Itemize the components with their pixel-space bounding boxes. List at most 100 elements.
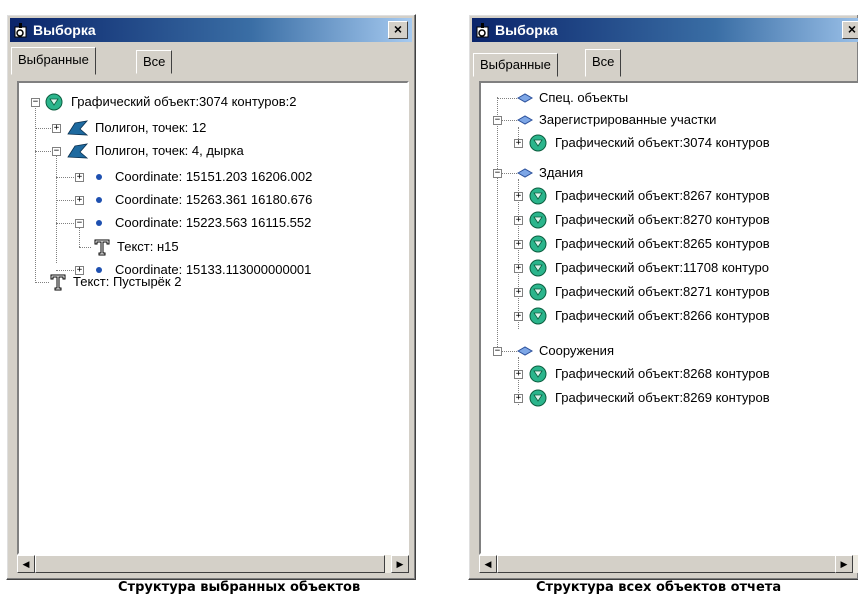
- tab-all[interactable]: Все: [585, 49, 622, 77]
- graphic-object-icon: [529, 389, 547, 407]
- expand-toggle[interactable]: +: [514, 240, 523, 249]
- tree-item[interactable]: + Графический объект:8271 контуров: [481, 281, 858, 303]
- tree-item-label: Coordinate: 15151.203 16206.002: [115, 169, 313, 184]
- window-title: Выборка: [33, 22, 96, 38]
- tree-item[interactable]: − Здания: [481, 162, 858, 184]
- graphic-object-icon: [45, 93, 63, 111]
- graphic-object-icon: [529, 187, 547, 205]
- window-app-icon: [14, 23, 27, 38]
- tree-item[interactable]: + Полигон, точек: 12: [19, 117, 407, 139]
- tree-item-label: Графический объект:8268 контуров: [555, 366, 770, 381]
- layer-icon: [517, 346, 533, 356]
- graphic-object-icon: [529, 307, 547, 325]
- text-icon: [50, 274, 66, 291]
- expand-toggle[interactable]: +: [514, 394, 523, 403]
- tree-item-label: Графический объект:8265 контуров: [555, 236, 770, 251]
- expand-toggle[interactable]: +: [514, 370, 523, 379]
- tree-item-label: Сооружения: [539, 343, 614, 358]
- collapse-toggle[interactable]: −: [493, 116, 502, 125]
- graphic-object-icon: [529, 259, 547, 277]
- tab-selected[interactable]: Выбранные: [473, 53, 558, 77]
- tree-item-label: Текст: Пустырёк 2: [73, 274, 182, 289]
- tree-item[interactable]: Спец. объекты: [481, 87, 858, 109]
- caption-right: Структура всех объектов отчета: [536, 580, 782, 595]
- tree-item-label: Текст: н15: [117, 239, 179, 254]
- graphic-object-icon: [529, 235, 547, 253]
- tree-item-label: Зарегистрированные участки: [539, 112, 717, 127]
- tree-item[interactable]: + Графический объект:8269 контуров: [481, 387, 858, 409]
- horizontal-scrollbar[interactable]: ◀ ▶: [17, 555, 409, 573]
- tree-item-label: Графический объект:8267 контуров: [555, 188, 770, 203]
- scroll-left-icon[interactable]: ◀: [479, 555, 497, 573]
- scroll-thumb[interactable]: [497, 555, 837, 573]
- tree-item-label: Полигон, точек: 12: [95, 120, 207, 135]
- expand-toggle[interactable]: +: [75, 173, 84, 182]
- tree-item[interactable]: − Coordinate: 15223.563 16115.552: [19, 212, 407, 234]
- window-title: Выборка: [495, 22, 558, 38]
- collapse-toggle[interactable]: −: [31, 98, 40, 107]
- collapse-toggle[interactable]: −: [493, 169, 502, 178]
- graphic-object-icon: [529, 365, 547, 383]
- expand-toggle[interactable]: +: [75, 196, 84, 205]
- title-bar[interactable]: Выборка ×: [10, 18, 412, 42]
- tree-item[interactable]: + Графический объект:3074 контуров: [481, 132, 858, 154]
- object-tree[interactable]: Спец. объекты − Зарегистрированные участ…: [479, 81, 858, 555]
- tree-item[interactable]: + Coordinate: 15263.361 16180.676: [19, 189, 407, 211]
- tree-item-label: Спец. объекты: [539, 90, 629, 105]
- tree-item[interactable]: + Графический объект:8270 контуров: [481, 209, 858, 231]
- tree-item-label: Здания: [539, 165, 584, 180]
- tree-item-label: Coordinate: 15263.361 16180.676: [115, 192, 313, 207]
- expand-toggle[interactable]: +: [514, 139, 523, 148]
- scroll-left-icon[interactable]: ◀: [17, 555, 35, 573]
- layer-icon: [517, 168, 533, 178]
- expand-toggle[interactable]: +: [514, 192, 523, 201]
- graphic-object-icon: [529, 134, 547, 152]
- tab-all[interactable]: Все: [136, 50, 173, 74]
- expand-toggle[interactable]: +: [514, 288, 523, 297]
- collapse-toggle[interactable]: −: [493, 347, 502, 356]
- text-icon: [94, 239, 110, 256]
- layer-icon: [517, 93, 533, 103]
- collapse-toggle[interactable]: −: [52, 147, 61, 156]
- expand-toggle[interactable]: +: [514, 264, 523, 273]
- tree-item[interactable]: + Графический объект:11708 контуро: [481, 257, 858, 279]
- point-icon: [96, 197, 102, 203]
- tab-strip: Выбранные Все: [11, 47, 415, 77]
- tree-item[interactable]: + Графический объект:8265 контуров: [481, 233, 858, 255]
- close-button[interactable]: ×: [842, 21, 858, 39]
- tree-item-label: Графический объект:8270 контуров: [555, 212, 770, 227]
- tree-item-label: Графический объект:3074 контуров:2: [71, 94, 297, 109]
- polygon-icon: [67, 143, 89, 159]
- scroll-thumb[interactable]: [35, 555, 385, 573]
- tree-item[interactable]: Текст: н15: [19, 236, 407, 258]
- tree-item[interactable]: − Зарегистрированные участки: [481, 109, 858, 131]
- tree-item-label: Графический объект:8271 контуров: [555, 284, 770, 299]
- expand-toggle[interactable]: +: [52, 124, 61, 133]
- expand-toggle[interactable]: +: [514, 312, 523, 321]
- tab-selected[interactable]: Выбранные: [11, 47, 96, 75]
- tree-item[interactable]: + Графический объект:8268 контуров: [481, 363, 858, 385]
- close-button[interactable]: ×: [388, 21, 408, 39]
- tree-item-label: Графический объект:3074 контуров: [555, 135, 770, 150]
- graphic-object-icon: [529, 211, 547, 229]
- tree-item[interactable]: + Coordinate: 15151.203 16206.002: [19, 166, 407, 188]
- collapse-toggle[interactable]: −: [75, 219, 84, 228]
- tree-item[interactable]: − Графический объект:3074 контуров:2: [19, 91, 407, 113]
- tree-item[interactable]: − Полигон, точек: 4, дырка: [19, 140, 407, 162]
- tree-item-label: Графический объект:8269 контуров: [555, 390, 770, 405]
- expand-toggle[interactable]: +: [514, 216, 523, 225]
- tree-item[interactable]: + Графический объект:8267 контуров: [481, 185, 858, 207]
- tree-item[interactable]: + Графический объект:8266 контуров: [481, 305, 858, 327]
- tree-item[interactable]: − Сооружения: [481, 340, 858, 362]
- tree-item-label: Coordinate: 15223.563 16115.552: [115, 215, 312, 230]
- horizontal-scrollbar[interactable]: ◀ ▶: [479, 555, 858, 573]
- scroll-right-icon[interactable]: ▶: [391, 555, 409, 573]
- title-bar[interactable]: Выборка ×: [472, 18, 858, 42]
- scroll-right-icon[interactable]: ▶: [835, 555, 853, 573]
- tree-item[interactable]: Текст: Пустырёк 2: [19, 271, 407, 293]
- window-app-icon: [476, 23, 489, 38]
- point-icon: [96, 174, 102, 180]
- caption-left: Структура выбранных объектов: [118, 580, 361, 595]
- object-tree[interactable]: − Графический объект:3074 контуров:2 + П…: [17, 81, 409, 555]
- selection-window-left: Выборка × Выбранные Все − Графический об…: [6, 14, 416, 580]
